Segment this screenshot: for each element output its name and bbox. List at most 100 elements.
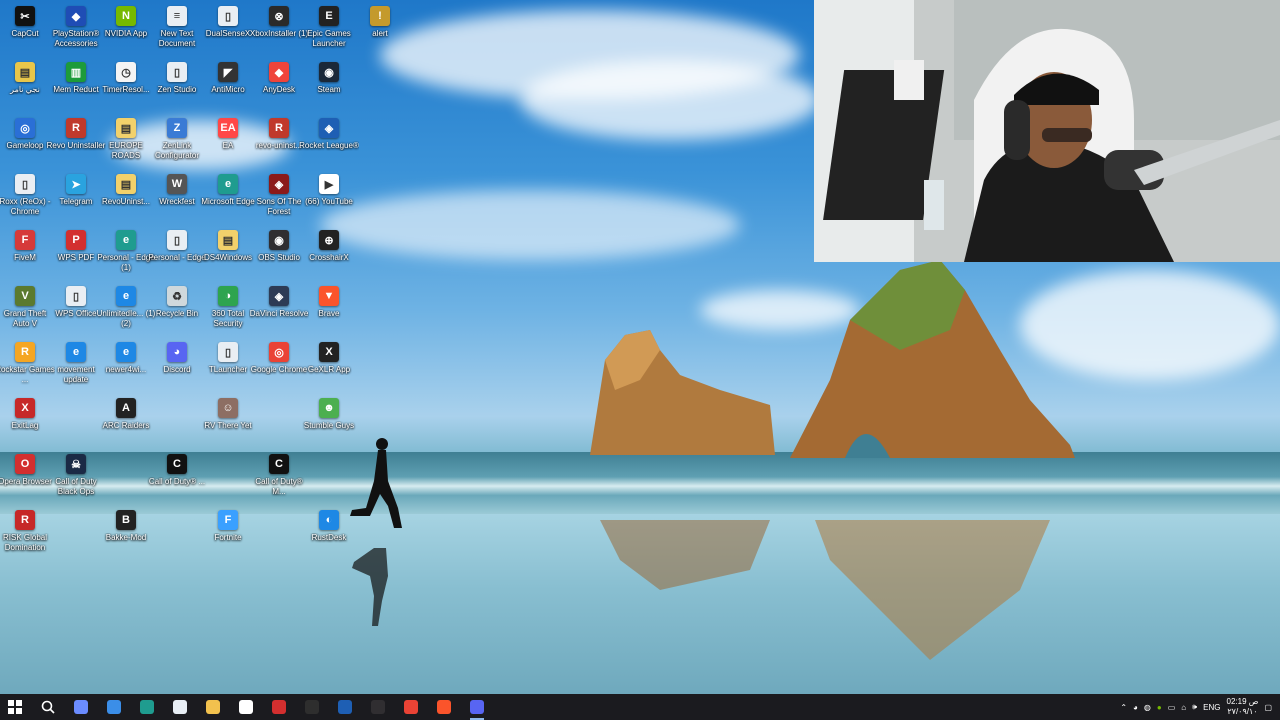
desktop-icon-360-total-security[interactable]: ◑ 360 Total Security [202,286,254,340]
davinci-resolve-icon: ◈ [269,286,289,306]
desktop-icon-discord[interactable]: ◕ Discord [151,342,203,396]
desktop-icon-stumble-guys[interactable]: ☻ Stumble Guys [303,398,355,452]
desktop-icon-arc-raiders[interactable]: A ARC Raiders [100,398,152,452]
desktop-icon-telegram[interactable]: ➤ Telegram [50,174,102,228]
desktop-icon-microsoft-edge[interactable]: e Microsoft Edge [201,174,255,228]
desktop-icon-rockstar-games[interactable]: R Rockstar Games ... [0,342,55,396]
desktop-icon-sons-of-the-forest[interactable]: ◈ Sons Of The Forest [253,174,305,228]
desktop-icon-playstation-accessories[interactable]: ◆ PlayStation® Accessories [50,6,102,60]
gexlr-button[interactable] [297,694,327,720]
discord-button[interactable] [462,694,492,720]
desktop-icon-tlauncher[interactable]: ▯ TLauncher [202,342,254,396]
desktop-icon-davinci-resolve[interactable]: ◈ DaVinci Resolve [250,286,308,340]
desktop-icon-ea[interactable]: EA EA [202,118,254,172]
mem-reduct-icon: ▥ [66,62,86,82]
mail-button[interactable] [99,694,129,720]
display-icon[interactable]: ▭ [1168,703,1176,712]
desktop-icon-alert[interactable]: ! alert [354,6,406,60]
volume-icon[interactable]: 🕪 [1192,702,1197,712]
desktop-icon-roxx-reox-chrome[interactable]: ▯ Roxx (ReOx) - Chrome [0,174,51,228]
desktop-icon-label: ExitLag [11,421,39,430]
search-button[interactable] [33,694,63,720]
movement-update-icon: e [66,342,86,362]
desktop-icon-revo-uninstaller[interactable]: R Revo Uninstaller [47,118,105,172]
desktop-icon-66-youtube[interactable]: ▶ (66) YouTube [303,174,355,228]
desktop-icon-wps-pdf[interactable]: P WPS PDF [50,230,102,284]
desktop-icon-obs-studio[interactable]: ◉ OBS Studio [253,230,305,284]
desktop-icon-epic-games-launcher[interactable]: E Epic Games Launcher [303,6,355,60]
chevron-up-icon[interactable]: ⌃ [1120,703,1127,712]
notification-icon[interactable]: ▢ [1264,703,1272,712]
network-icon[interactable]: ⌂ [1181,703,1186,712]
discord-tray-icon[interactable]: ◕ [1133,703,1138,712]
desktop-icon-anydesk[interactable]: ◆ AnyDesk [253,62,305,116]
language-indicator[interactable]: ENG [1203,703,1220,712]
desktop-icon-antimicro[interactable]: ◤ AntiMicro [202,62,254,116]
desktop-icon-bakke-mod[interactable]: B Bakke-Mod [100,510,152,564]
desktop-icon-new-text-document[interactable]: ≡ New Text Document [151,6,203,60]
desktop-icon-gameloop[interactable]: ◎ Gameloop [0,118,51,172]
desktop-icon-grand-theft-auto-v[interactable]: V Grand Theft Auto V [0,286,51,340]
edge-button[interactable] [132,694,162,720]
cloud [520,60,820,140]
desktop-icon-call-of-duty[interactable]: C Call of Duty® ... [149,454,205,508]
desktop-icon-gexlr-app[interactable]: X GeXLR App [303,342,355,396]
chrome-button[interactable] [396,694,426,720]
desktop-icon-nvidia-app[interactable]: N NVIDIA App [100,6,152,60]
desktop-icon-revo-uninst[interactable]: Rrevo-uninst... [253,118,305,172]
desktop-icon-opera-browser[interactable]: O Opera Browser [0,454,52,508]
desktop-icon-google-chrome[interactable]: ◎ Google Chrome [251,342,307,396]
nvidia-tray-icon[interactable]: ● [1157,703,1162,712]
start-button[interactable] [0,694,30,720]
clock-date: ٢٧/٠٩/١٠ [1227,707,1258,716]
desktop-icon-movement-update[interactable]: e movement update [50,342,102,396]
desktop-icon-newer4wi[interactable]: e newer4wi... [100,342,152,396]
desktop-icon-europe-roads[interactable]: ▤ EUROPE ROADS [100,118,152,172]
desktop-icon-personal-edge[interactable]: ▯ Personal - Edge [148,230,206,284]
desktop-icon-mem-reduct[interactable]: ▥ Mem Reduct [50,62,102,116]
desktop-icon-rustdesk[interactable]: ◐ RustDesk [303,510,355,564]
brave-button[interactable] [429,694,459,720]
desktop-icon-ds4windows[interactable]: ▤ DS4Windows [202,230,254,284]
obs-button[interactable] [363,694,393,720]
desktop-icon-unlimitedie-1-2[interactable]: e UnlimitedIe... (1) (2) [97,286,155,340]
store-button[interactable] [165,694,195,720]
desktop-icon-wps-office[interactable]: ▯ WPS Office [50,286,102,340]
desktop-icon-call-of-duty-m[interactable]: C Call of Duty® M... [253,454,305,508]
desktop-icon-crosshairx[interactable]: ⊕ CrosshairX [303,230,355,284]
desktop-icon-risk-global-domination[interactable]: R RISK Global Domination [0,510,51,564]
desktop-icon-call-of-duty-black-ops[interactable]: ☠ Call of Duty Black Ops [50,454,102,508]
desktop-icon-zenlink-configurator[interactable]: Z ZenLink Configurator [151,118,203,172]
desktop-icon-shortcut[interactable]: ▤ نجي نامر [0,62,51,116]
discord-icon: ◕ [167,342,187,362]
discord-icon [470,700,484,714]
brave-icon: ▼ [319,286,339,306]
desktop-icon-capcut[interactable]: ✂ CapCut [0,6,51,60]
capcut-button[interactable] [231,694,261,720]
copilot-button[interactable] [66,694,96,720]
clock[interactable]: 02:19 ص ٢٧/٠٩/١٠ [1227,697,1259,717]
wreckfest-icon: W [167,174,187,194]
desktop-icon-xboxinstaller-1[interactable]: ⊗ XboxInstaller (1) [250,6,308,60]
desktop-icon-exitlag[interactable]: X ExitLag [0,398,51,452]
desktop-icon-timerresol[interactable]: ◷ TimerResol... [100,62,152,116]
app-tray-icon[interactable]: ◍ [1144,703,1151,712]
arc-raiders-icon: A [116,398,136,418]
desktop-icon-steam[interactable]: ◉ Steam [303,62,355,116]
desktop-icon-brave[interactable]: ▼ Brave [303,286,355,340]
desktop-icon-dualsensex[interactable]: ▯ DualSenseX [202,6,254,60]
desktop-icon-rocket-league[interactable]: ◈ Rocket League® [299,118,359,172]
desktop-icon-zen-studio[interactable]: ▯ Zen Studio [151,62,203,116]
desktop-icon-revouninst[interactable]: ▤ RevoUninst... [100,174,152,228]
desktop-icon-fortnite[interactable]: F Fortnite [202,510,254,564]
desktop-icon-personal-edge-1[interactable]: e Personal - Edge (1) [97,230,155,284]
rocket-league-button[interactable] [330,694,360,720]
playstation-accessories-icon: ◆ [66,6,86,26]
file-explorer-button[interactable] [198,694,228,720]
opera-button[interactable] [264,694,294,720]
desktop-icon-wreckfest[interactable]: W Wreckfest [151,174,203,228]
desktop-icon-recycle-bin[interactable]: ♻ Recycle Bin [151,286,203,340]
desktop-icon-fivem[interactable]: F FiveM [0,230,51,284]
webcam-overlay [814,0,1280,262]
desktop-icon-rv-there-yet[interactable]: ☺ RV There Yet [202,398,254,452]
